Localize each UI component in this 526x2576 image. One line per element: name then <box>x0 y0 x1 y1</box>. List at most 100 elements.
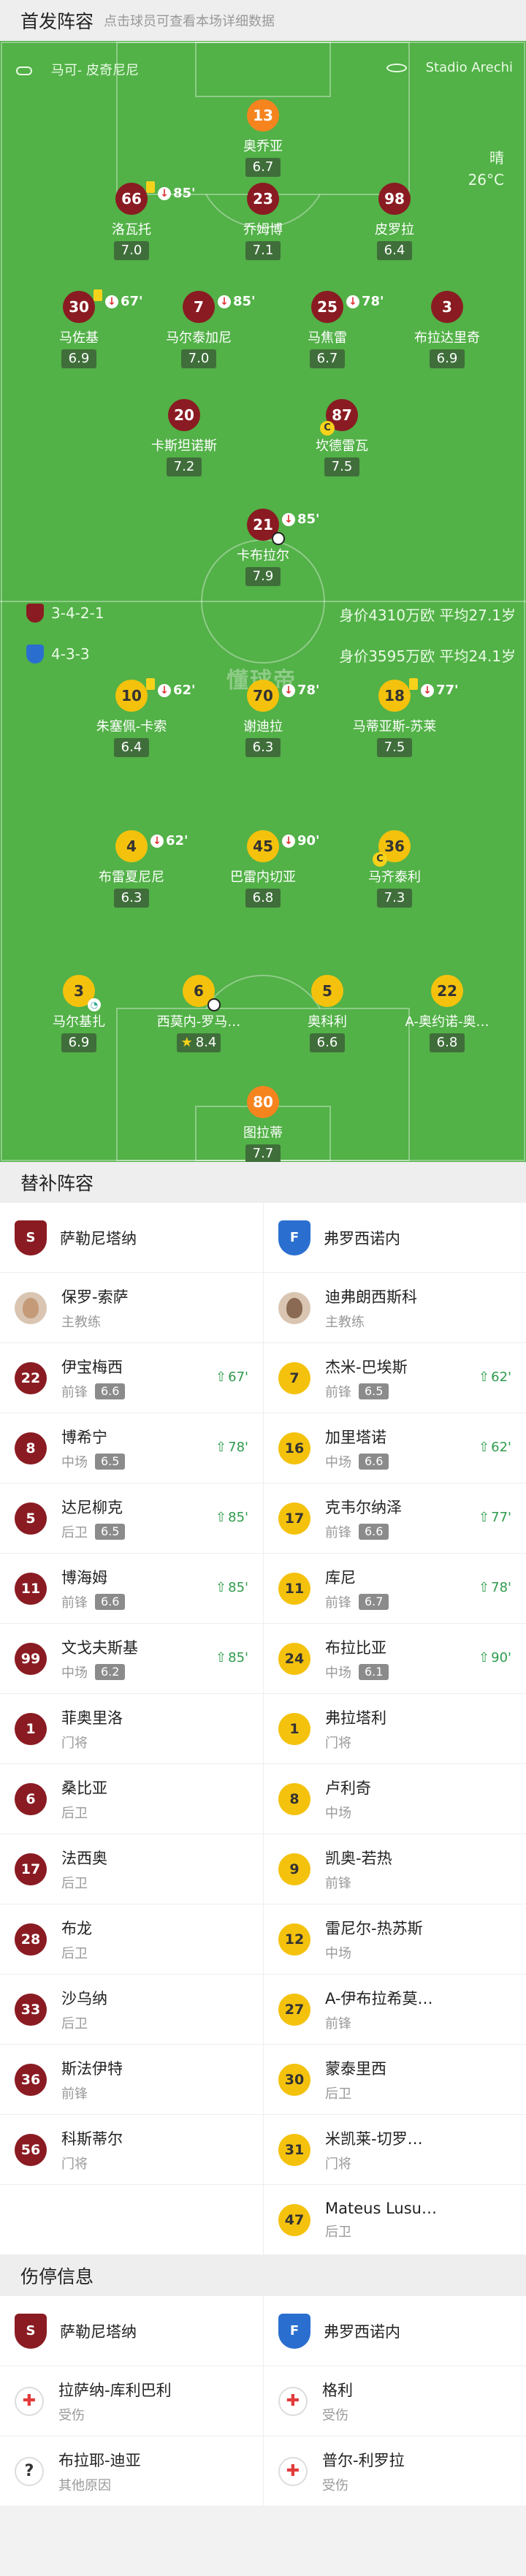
sub-in-marker: ⇧ 78' <box>216 1440 248 1455</box>
home-player[interactable]: 13 奥乔亚 6.7 <box>208 99 318 177</box>
home-team-cell[interactable]: S 萨勒尼塔纳 <box>0 1203 263 1272</box>
injury-reason: 受伤 <box>58 2407 85 2423</box>
jersey-number: 7 <box>278 1361 310 1394</box>
goal-ball-icon <box>207 998 221 1011</box>
home-formation: 3-4-2-1 <box>51 604 104 622</box>
player-name: 普尔-利罗拉 <box>322 2451 405 2469</box>
sub-player[interactable]: 8 博希宁 中场 6.5 ⇧ 78' <box>0 1413 263 1483</box>
away-player[interactable]: 6 西莫内-罗马… ★ 8.4 <box>144 975 254 1052</box>
sub-player[interactable]: 12 雷尼尔-热苏斯 中场 <box>263 1904 526 1974</box>
sub-off-marker: ↓ 85' <box>218 294 256 309</box>
sub-row: 47 Mateus Lusu… 后卫 <box>0 2185 526 2255</box>
sub-player[interactable]: 56 科斯蒂尔 门将 <box>0 2115 263 2184</box>
sub-player[interactable]: 16 加里塔诺 中场 6.6 ⇧ 62' <box>263 1413 526 1483</box>
away-coach-cell[interactable]: 迪弗朗西斯科 主教练 <box>263 1273 526 1342</box>
away-team-cell[interactable]: F 弗罗西诺内 <box>263 2296 526 2366</box>
player-name: 朱塞佩-卡索 <box>96 719 167 734</box>
home-team-name: 萨勒尼塔纳 <box>60 1229 137 1247</box>
sub-player[interactable]: 28 布龙 后卫 <box>0 1904 263 1974</box>
sub-off-icon: ↓ <box>158 683 171 697</box>
player-name: 布拉达里奇 <box>414 330 480 346</box>
sub-player[interactable]: 17 法西奥 后卫 <box>0 1834 263 1904</box>
away-player[interactable]: 5 奥科利 6.6 <box>272 975 382 1052</box>
player-name: 拉萨纳-库利巴利 <box>58 2381 172 2399</box>
number-text: 4 <box>126 837 137 855</box>
away-player[interactable]: 22 A-奥约诺-奥… 6.8 <box>392 975 502 1052</box>
sub-player[interactable]: 1 弗拉塔利 门将 <box>263 1694 526 1763</box>
sub-player[interactable]: 17 克韦尔纳泽 前锋 6.6 ⇧ 77' <box>263 1483 526 1553</box>
home-player[interactable]: 25 ↓ 78' 马焦雷 6.7 <box>272 291 384 368</box>
home-player[interactable]: 87 C 坎德雷瓦 7.5 <box>287 399 397 476</box>
sub-player[interactable]: 27 A-伊布拉希莫… 前锋 <box>263 1975 526 2044</box>
sub-in-minute: 62' <box>491 1369 511 1385</box>
player-name: 马焦雷 <box>308 330 347 346</box>
home-team-cell[interactable]: S 萨勒尼塔纳 <box>0 2296 263 2366</box>
temperature: 26°C <box>468 171 504 189</box>
away-player[interactable]: 45 ↓ 90' 巴雷内切亚 6.8 <box>208 830 320 908</box>
away-player[interactable]: 4 ↓ 62' 布雷夏尼尼 6.3 <box>77 830 188 908</box>
subs-header: 替补阵容 <box>0 1162 526 1203</box>
sub-player[interactable]: 22 伊宝梅西 前锋 6.6 ⇧ 67' <box>0 1343 263 1413</box>
sub-off-marker: ↓ 78' <box>282 683 320 698</box>
jersey-number: 98 <box>378 183 411 215</box>
player-position: 后卫 <box>325 2224 351 2240</box>
home-player[interactable]: 21 ↓ 85' 卡布拉尔 7.9 <box>208 509 320 586</box>
sub-player[interactable]: 9 凯奥-若热 前锋 <box>263 1834 526 1904</box>
sub-player[interactable]: 7 杰米-巴埃斯 前锋 6.5 ⇧ 62' <box>263 1343 526 1413</box>
player-name: 桑比亚 <box>61 1779 107 1797</box>
sub-player[interactable]: 30 蒙泰里西 后卫 <box>263 2045 526 2114</box>
away-player[interactable]: 70 ↓ 78' 谢迪拉 6.3 <box>208 680 320 757</box>
sub-player[interactable]: 36 斯法伊特 前锋 <box>0 2045 263 2114</box>
home-coach-cell[interactable]: 保罗-索萨 主教练 <box>0 1273 263 1342</box>
sub-in-icon: ⇧ <box>479 1369 490 1385</box>
jersey-number: 56 <box>15 2133 47 2166</box>
away-player[interactable]: 10 ↓ 62' 朱塞佩-卡索 6.4 <box>77 678 196 757</box>
player-rating: 6.6 <box>359 1523 389 1540</box>
away-player[interactable]: 36 C 马齐泰利 7.3 <box>340 830 449 908</box>
sub-off-minute: 85' <box>233 294 256 309</box>
player-name: 布雷夏尼尼 <box>99 870 164 885</box>
sub-player[interactable]: 31 米凯莱-切罗… 门将 <box>263 2115 526 2184</box>
sub-player[interactable]: 11 库尼 前锋 6.7 ⇧ 78' <box>263 1554 526 1623</box>
sub-player[interactable]: 11 博海姆 前锋 6.6 ⇧ 85' <box>0 1554 263 1623</box>
jersey-number: 24 <box>278 1642 310 1675</box>
sub-in-minute: 77' <box>491 1510 511 1525</box>
injured-player[interactable]: ? 布拉耶-迪亚 其他原因 <box>0 2436 263 2506</box>
injured-player[interactable]: ✚ 普尔-利罗拉 受伤 <box>263 2436 526 2506</box>
home-player[interactable]: 7 ↓ 85' 马尔泰加尼 7.0 <box>144 291 256 368</box>
away-player[interactable]: 3 ◔ 马尔基扎 6.9 <box>24 975 134 1052</box>
player-position: 后卫 <box>61 1805 88 1821</box>
home-player[interactable]: 23 乔姆博 7.1 <box>208 183 318 260</box>
away-player[interactable]: 18 ↓ 77' 马蒂亚斯-苏莱 7.5 <box>340 678 459 757</box>
home-player[interactable]: 30 ↓ 67' 马佐基 6.9 <box>24 289 143 368</box>
injured-player[interactable]: ✚ 拉萨纳-库利巴利 受伤 <box>0 2366 263 2436</box>
weather-text: 晴 <box>489 149 504 167</box>
injured-player[interactable]: ✚ 格利 受伤 <box>263 2366 526 2436</box>
number-text: 5 <box>322 982 332 1000</box>
home-player[interactable]: 98 皮罗拉 6.4 <box>340 183 449 260</box>
away-player[interactable]: 80 图拉蒂 7.7 <box>208 1086 318 1162</box>
away-team-cell[interactable]: F 弗罗西诺内 <box>263 1203 526 1272</box>
home-player[interactable]: 3 布拉达里奇 6.9 <box>392 291 502 368</box>
player-name: 坎德雷瓦 <box>316 438 368 454</box>
player-rating: 6.4 <box>114 738 149 757</box>
home-player[interactable]: 20 卡斯坦诺斯 7.2 <box>129 399 239 476</box>
home-formation-row: 3-4-2-1 身价4310万欧 平均27.1岁 <box>0 601 526 627</box>
sub-player[interactable]: 47 Mateus Lusu… 后卫 <box>263 2185 526 2254</box>
sub-player[interactable]: 99 文戈夫斯基 中场 6.2 ⇧ 85' <box>0 1624 263 1693</box>
home-coach-name: 马可- 皮奇尼尼 <box>50 63 139 78</box>
player-rating: 7.9 <box>245 567 281 586</box>
sub-player[interactable]: 33 沙乌纳 后卫 <box>0 1975 263 2044</box>
sub-player[interactable]: 1 菲奥里洛 门将 <box>0 1694 263 1763</box>
sub-player[interactable]: 24 布拉比亚 中场 6.1 ⇧ 90' <box>263 1624 526 1693</box>
lineup-header: 首发阵容 点击球员可查看本场详细数据 <box>0 0 526 41</box>
sub-player[interactable]: 6 桑比亚 后卫 <box>0 1764 263 1834</box>
sub-off-icon: ↓ <box>282 512 295 526</box>
stadium-icon <box>386 64 407 72</box>
player-position: 中场 <box>61 1454 88 1470</box>
sub-player[interactable]: 5 达尼柳克 后卫 6.5 ⇧ 85' <box>0 1483 263 1553</box>
sub-player[interactable]: 8 卢利奇 中场 <box>263 1764 526 1834</box>
jersey-number: 17 <box>15 1853 47 1885</box>
home-player[interactable]: 66 ↓ 85' 洛瓦托 7.0 <box>77 181 196 260</box>
sub-in-icon: ⇧ <box>479 1440 490 1455</box>
